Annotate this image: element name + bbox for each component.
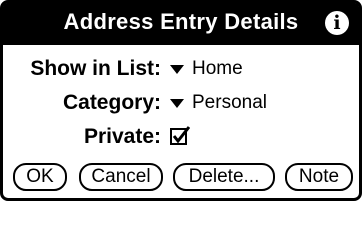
info-icon[interactable]: i [325, 11, 349, 35]
private-checkbox[interactable] [170, 126, 190, 146]
dialog-title: Address Entry Details [63, 9, 299, 34]
cancel-button[interactable]: Cancel [79, 163, 163, 191]
category-value: Personal [192, 92, 267, 113]
show-in-list-label: Show in List: [30, 57, 161, 80]
ok-button[interactable]: OK [13, 163, 67, 191]
triangle-down-icon [170, 65, 184, 74]
title-bar: Address Entry Details i [3, 3, 359, 45]
address-entry-details-dialog: Address Entry Details i Show in List: Ho… [0, 0, 362, 201]
show-in-list-picker[interactable]: Home [170, 55, 243, 83]
delete-button[interactable]: Delete... [173, 163, 275, 191]
triangle-down-icon [170, 99, 184, 108]
note-button[interactable]: Note [285, 163, 353, 191]
show-in-list-value: Home [192, 58, 243, 79]
category-picker[interactable]: Personal [170, 89, 267, 117]
category-label: Category: [62, 91, 161, 114]
private-label: Private: [83, 125, 161, 148]
